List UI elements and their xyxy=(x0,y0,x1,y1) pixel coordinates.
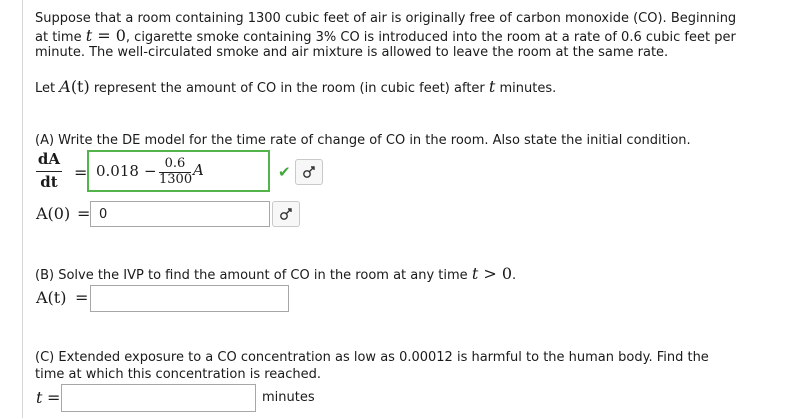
solution-label: A(t) xyxy=(36,288,67,307)
time-condition: > 0 xyxy=(478,264,513,283)
ic-label: A(0) xyxy=(36,204,71,223)
func-name: A xyxy=(59,77,71,96)
ic-value: 0 xyxy=(99,207,108,222)
answer-constant: 0.018 xyxy=(96,162,139,180)
part-c-prompt-line-2: time at which this concentration is reac… xyxy=(35,367,322,382)
rate-numerator: 0.6 xyxy=(164,156,186,171)
definition-text-3: minutes. xyxy=(495,81,557,96)
part-a-prompt: (A) Write the DE model for the time rate… xyxy=(35,133,691,148)
answer-variable: A xyxy=(193,161,204,179)
male-female-symbol-icon[interactable] xyxy=(272,201,300,227)
solution-equals: = xyxy=(75,288,89,307)
time-unit: minutes xyxy=(262,390,315,405)
intro-line-1: Suppose that a room containing 1300 cubi… xyxy=(35,11,737,26)
rate-denominator: 1300 xyxy=(159,172,193,187)
period: . xyxy=(512,268,517,283)
time-field[interactable] xyxy=(61,384,256,412)
intro-line-3: minute. The well-circulated smoke and ai… xyxy=(35,45,669,60)
ic-equals: = xyxy=(77,204,91,223)
fraction-denominator: dt xyxy=(40,173,58,191)
symbol-icon-svg xyxy=(303,166,315,178)
solution-field[interactable] xyxy=(90,285,289,312)
definition-text: Let xyxy=(35,81,60,96)
definition-text-2: represent the amount of CO in the room (… xyxy=(89,81,489,96)
rate-fraction: 0.6 1300 xyxy=(159,156,193,188)
equals-sign: = xyxy=(74,163,88,182)
initial-condition-field[interactable]: 0 xyxy=(90,201,270,227)
male-female-symbol-icon[interactable] xyxy=(295,159,323,185)
part-b-text: (B) Solve the IVP to find the amount of … xyxy=(35,268,472,283)
dA-dt-fraction: dA dt xyxy=(36,150,62,192)
time-equals: = xyxy=(47,388,61,407)
symbol-icon-svg xyxy=(280,208,292,220)
func-arg: (t) xyxy=(70,77,90,96)
fraction-numerator: dA xyxy=(37,150,61,168)
intro-text-cont: , cigarette smoke containing 3% CO is in… xyxy=(125,30,736,45)
de-answer-field[interactable]: 0.018 − 0.6 1300 A xyxy=(87,150,270,192)
fraction-bar xyxy=(36,171,62,172)
definition-line: Let A(t) represent the amount of CO in t… xyxy=(35,78,556,97)
minus-sign: − xyxy=(144,162,157,180)
check-icon: ✔ xyxy=(278,163,291,181)
part-b-prompt: (B) Solve the IVP to find the amount of … xyxy=(35,265,516,284)
time-zero: = 0 xyxy=(92,26,126,45)
time-label: t xyxy=(36,388,43,407)
intro-text: at time xyxy=(35,30,86,45)
part-c-prompt-line-1: (C) Extended exposure to a CO concentrat… xyxy=(35,350,709,365)
